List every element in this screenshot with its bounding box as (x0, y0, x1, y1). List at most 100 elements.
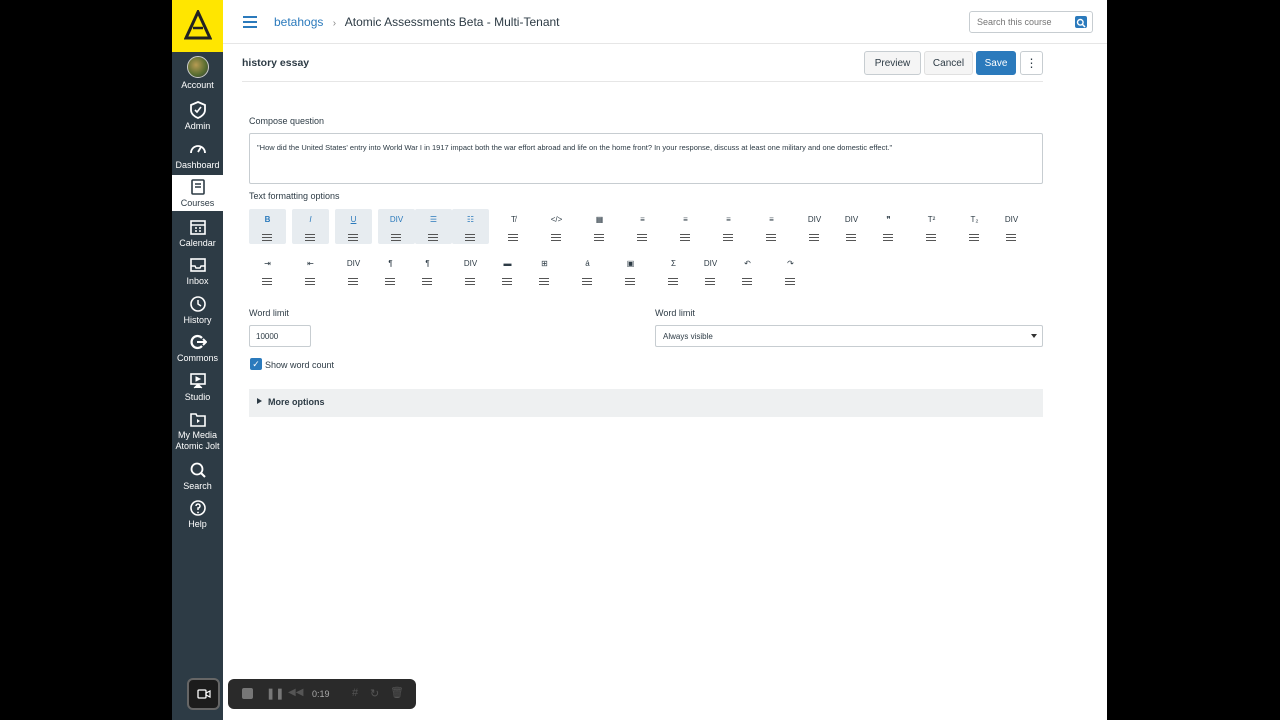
word-limit-input[interactable]: 10000 (249, 325, 311, 347)
align-menu-icon[interactable] (668, 278, 678, 285)
align-menu-icon[interactable] (680, 234, 690, 241)
align-menu-icon[interactable] (785, 278, 795, 285)
stop-icon[interactable] (242, 688, 253, 699)
align-menu-icon[interactable] (809, 234, 819, 241)
format-button-row1-2[interactable]: U (335, 209, 372, 244)
align-menu-icon[interactable] (766, 234, 776, 241)
logo[interactable] (172, 0, 223, 52)
format-button-row1-8[interactable]: ▦ (581, 209, 618, 244)
align-menu-icon[interactable] (594, 234, 604, 241)
format-button-row1-11[interactable]: ≡ (710, 209, 747, 244)
format-button-row1-15[interactable]: ❞ (870, 209, 907, 244)
format-button-row1-7[interactable]: </> (538, 209, 575, 244)
align-menu-icon[interactable] (539, 278, 549, 285)
format-button-row1-12[interactable]: ≡ (753, 209, 790, 244)
align-menu-icon[interactable] (422, 278, 432, 285)
format-button-row2-1[interactable]: ⇤ (292, 253, 329, 288)
rewind-icon[interactable]: ◀◀ (288, 687, 303, 698)
nav-dashboard[interactable]: Dashboard (172, 140, 223, 171)
format-button-row2-2[interactable]: DIV (335, 253, 372, 288)
format-button-row1-16[interactable]: T² (913, 209, 950, 244)
format-button-row2-3[interactable]: ¶ (372, 253, 409, 288)
format-button-row1-5[interactable]: ☷ (452, 209, 489, 244)
format-button-row1-4[interactable]: ☰ (415, 209, 452, 244)
format-button-row1-17[interactable]: T₂ (956, 209, 993, 244)
align-menu-icon[interactable] (551, 234, 561, 241)
align-menu-icon[interactable] (428, 234, 438, 241)
preview-button[interactable]: Preview (864, 51, 921, 75)
nav-studio[interactable]: Studio (172, 372, 223, 403)
align-menu-icon[interactable] (1006, 234, 1016, 241)
format-button-row2-8[interactable]: á (569, 253, 606, 288)
align-menu-icon[interactable] (465, 234, 475, 241)
nav-account[interactable]: Account (172, 56, 223, 91)
restart-icon[interactable]: ↻ (370, 687, 379, 700)
format-button-row1-18[interactable]: DIV (993, 209, 1030, 244)
format-button-row1-0[interactable]: B (249, 209, 286, 244)
format-button-row2-12[interactable]: ↶ (729, 253, 766, 288)
format-button-row2-9[interactable]: ▣ (612, 253, 649, 288)
format-button-row1-10[interactable]: ≡ (667, 209, 704, 244)
align-menu-icon[interactable] (705, 278, 715, 285)
format-button-row2-5[interactable]: DIV (452, 253, 489, 288)
align-menu-icon[interactable] (385, 278, 395, 285)
nav-admin[interactable]: Admin (172, 101, 223, 132)
word-limit-select[interactable]: Always visible (655, 325, 1043, 347)
align-menu-icon[interactable] (348, 234, 358, 241)
format-button-row2-11[interactable]: DIV (692, 253, 729, 288)
align-menu-icon[interactable] (305, 278, 315, 285)
nav-history[interactable]: History (172, 295, 223, 326)
save-button[interactable]: Save (976, 51, 1016, 75)
search-input[interactable] (977, 17, 1072, 27)
format-button-row2-10[interactable]: Σ (655, 253, 692, 288)
format-button-row1-14[interactable]: DIV (833, 209, 870, 244)
align-menu-icon[interactable] (582, 278, 592, 285)
trash-icon[interactable]: 🗑 (390, 686, 404, 699)
align-menu-icon[interactable] (262, 278, 272, 285)
align-menu-icon[interactable] (391, 234, 401, 241)
pause-icon[interactable]: ❚❚ (266, 687, 284, 700)
more-options-toggle[interactable]: More options (249, 389, 1043, 417)
compose-question-field[interactable]: "How did the United States' entry into W… (249, 133, 1043, 184)
align-menu-icon[interactable] (723, 234, 733, 241)
format-button-row1-13[interactable]: DIV (796, 209, 833, 244)
camera-toggle-button[interactable] (187, 678, 220, 710)
align-menu-icon[interactable] (262, 234, 272, 241)
align-menu-icon[interactable] (465, 278, 475, 285)
align-menu-icon[interactable] (926, 234, 936, 241)
nav-search[interactable]: Search (172, 461, 223, 492)
more-options-kebab-icon[interactable]: ⋮ (1020, 51, 1043, 75)
align-menu-icon[interactable] (742, 278, 752, 285)
nav-courses[interactable]: Courses (172, 175, 223, 211)
breadcrumb-course-link[interactable]: betahogs (274, 15, 323, 29)
hamburger-menu-icon[interactable] (243, 16, 257, 28)
format-button-row2-7[interactable]: ⊞ (526, 253, 563, 288)
nav-help[interactable]: Help (172, 499, 223, 530)
nav-my-media[interactable]: My Media Atomic Jolt (172, 410, 223, 452)
align-menu-icon[interactable] (305, 234, 315, 241)
cancel-button[interactable]: Cancel (924, 51, 973, 75)
align-menu-icon[interactable] (969, 234, 979, 241)
align-menu-icon[interactable] (846, 234, 856, 241)
recording-toolbar: ❚❚ ◀◀ 0:19 # ↻ 🗑 (228, 679, 416, 709)
format-button-row2-4[interactable]: ¶ (409, 253, 446, 288)
format-button-row1-1[interactable]: I (292, 209, 329, 244)
grid-icon[interactable]: # (352, 687, 358, 699)
format-button-row1-6[interactable]: T̸ (495, 209, 532, 244)
search-icon[interactable] (1075, 16, 1087, 28)
align-menu-icon[interactable] (637, 234, 647, 241)
align-menu-icon[interactable] (625, 278, 635, 285)
format-button-row2-6[interactable]: ▬ (489, 253, 526, 288)
nav-calendar[interactable]: Calendar (172, 218, 223, 249)
format-button-row2-0[interactable]: ⇥ (249, 253, 286, 288)
align-menu-icon[interactable] (502, 278, 512, 285)
align-menu-icon[interactable] (508, 234, 518, 241)
align-menu-icon[interactable] (883, 234, 893, 241)
format-button-row1-3[interactable]: DIV (378, 209, 415, 244)
format-button-row1-9[interactable]: ≡ (624, 209, 661, 244)
nav-commons[interactable]: Commons (172, 333, 223, 364)
format-button-row2-13[interactable]: ↷ (772, 253, 809, 288)
show-word-count-checkbox[interactable]: ✓ (250, 358, 262, 370)
nav-inbox[interactable]: Inbox (172, 256, 223, 287)
align-menu-icon[interactable] (348, 278, 358, 285)
